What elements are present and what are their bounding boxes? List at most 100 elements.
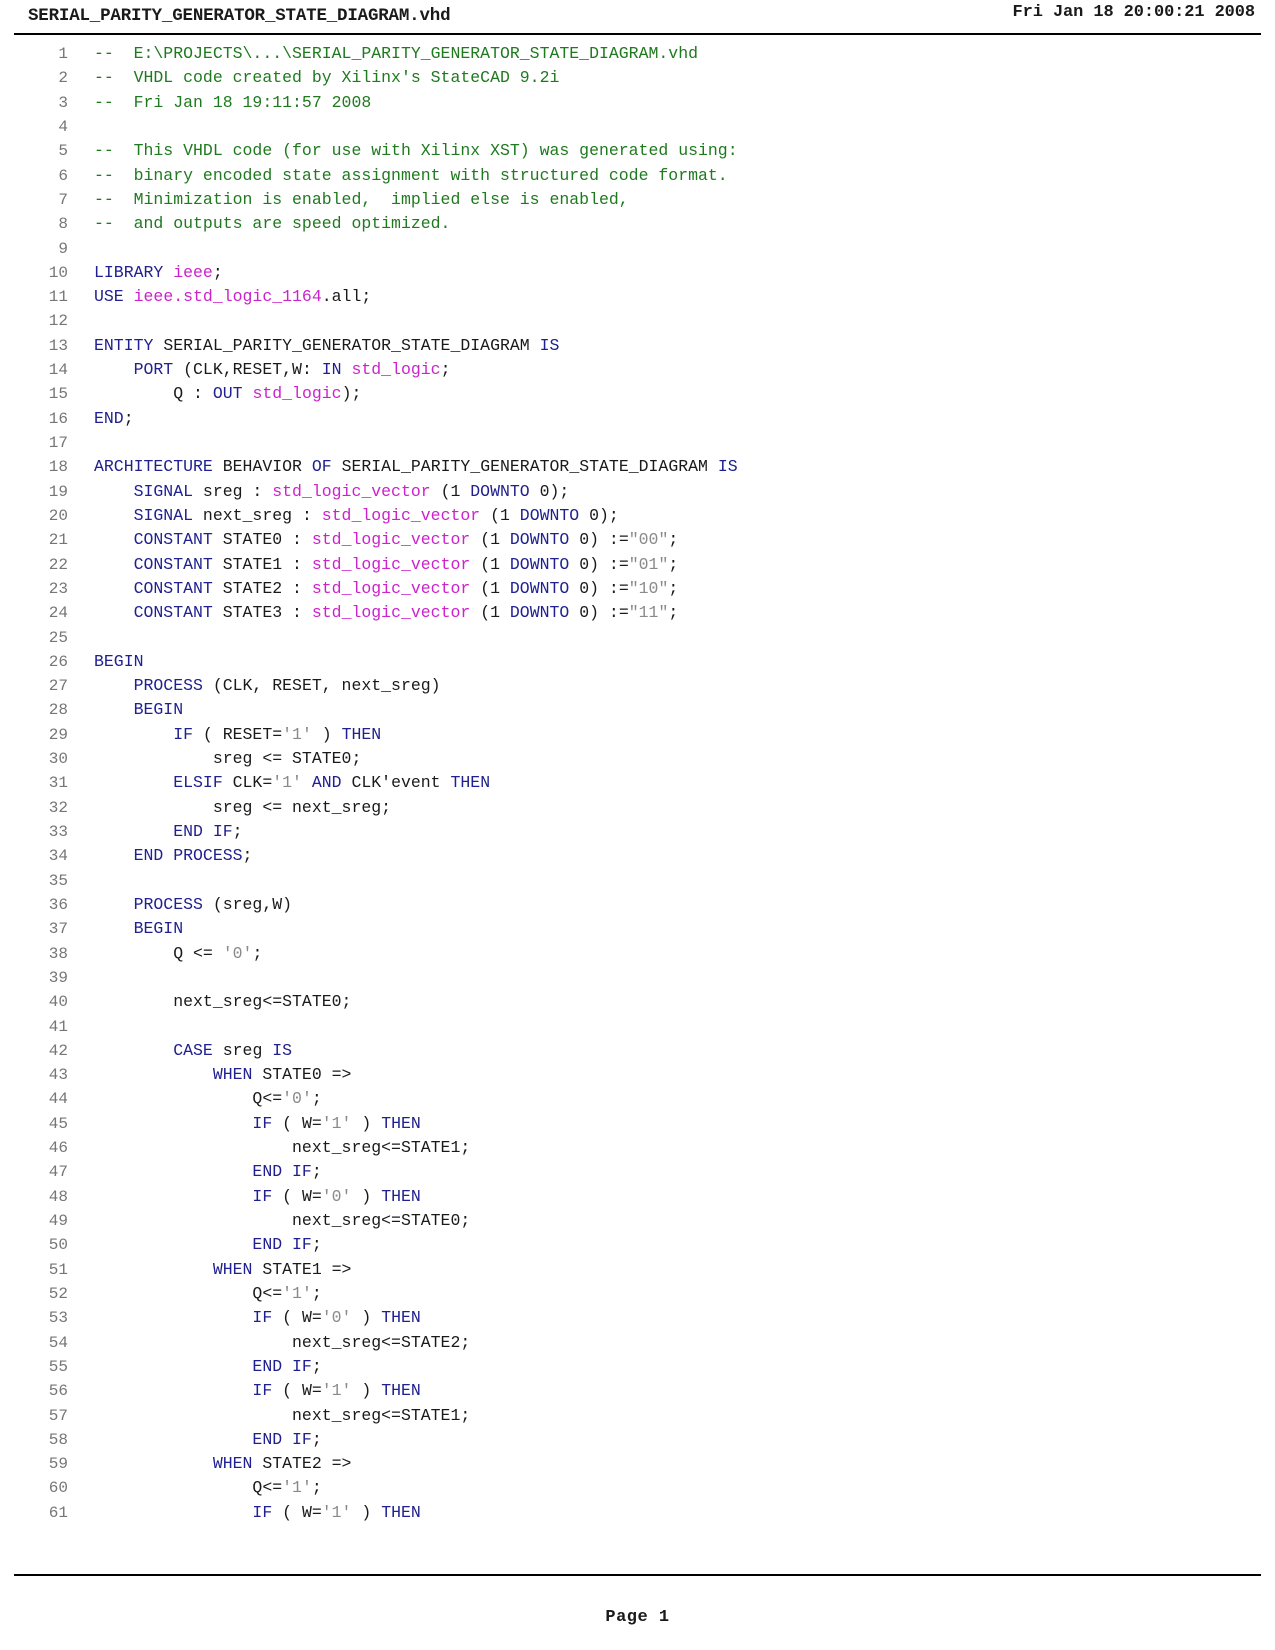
code-line: 36 PROCESS (sreg,W) [0,893,1275,917]
code-line: 21 CONSTANT STATE0 : std_logic_vector (1… [0,528,1275,552]
identifier-token: std_logic_vector [311,554,471,574]
line-number: 19 [48,482,68,501]
code-line: 8 -- and outputs are speed optimized. [0,212,1275,236]
plain-token: ) [351,1381,382,1401]
code-line: 58 END IF; [0,1428,1275,1452]
line-number: 58 [48,1430,68,1449]
code-line: 29 IF ( RESET='1' ) THEN [0,723,1275,747]
code-line: 19 SIGNAL sreg : std_logic_vector (1 DOW… [0,480,1275,504]
code-line: 16 END; [0,407,1275,431]
plain-token: ; [242,846,253,866]
line-number: 28 [48,701,68,720]
keyword-token: OF [311,457,342,477]
code-line: 53 IF ( W='0' ) THEN [0,1306,1275,1330]
code-text: SIGNAL next_sreg : std_logic_vector (1 D… [94,504,619,528]
keyword-token: BEGIN [94,700,184,720]
plain-token: ) [351,1308,382,1328]
code-text: CONSTANT STATE2 : std_logic_vector (1 DO… [94,577,679,601]
code-line: 10 LIBRARY ieee; [0,261,1275,285]
code-line: 27 PROCESS (CLK, RESET, next_sreg) [0,674,1275,698]
line-number: 11 [48,288,68,307]
code-text: WHEN STATE2 => [94,1452,352,1476]
plain-token: ; [311,1089,322,1109]
plain-token: sreg : [202,481,273,501]
plain-token: ( W= [282,1502,322,1522]
line-number: 61 [48,1503,68,1522]
code-line: 33 END IF; [0,820,1275,844]
code-text: IF ( W='1' ) THEN [94,1379,421,1403]
code-text: -- Fri Jan 18 19:11:57 2008 [94,91,371,115]
code-text: next_sreg<=STATE0; [94,1209,470,1233]
code-text: END IF; [94,820,242,844]
code-line: 22 CONSTANT STATE1 : std_logic_vector (1… [0,553,1275,577]
plain-token: Q<= [94,1089,283,1109]
code-text: IF ( W='0' ) THEN [94,1185,421,1209]
code-text: LIBRARY ieee; [94,261,223,285]
plain-token: STATE0 => [262,1065,352,1085]
plain-token: ) [351,1186,382,1206]
keyword-token: END IF [94,1162,312,1182]
plain-token: (1 [480,505,520,525]
literal-token: "10" [628,578,669,598]
plain-token: ) [351,1502,382,1522]
literal-token: '0' [222,943,253,963]
keyword-token: CONSTANT [94,554,223,574]
literal-token: '1' [282,724,312,744]
keyword-token: THEN [381,1186,421,1206]
identifier-token: std_logic_vector [311,578,471,598]
plain-token: (1 [470,603,510,623]
line-number: 40 [48,993,68,1012]
code-line: 31 ELSIF CLK='1' AND CLK'event THEN [0,771,1275,795]
line-number: 52 [48,1284,68,1303]
line-number: 5 [58,142,68,161]
code-line: 46 next_sreg<=STATE1; [0,1136,1275,1160]
line-number: 49 [48,1212,68,1230]
code-text: PORT (CLK,RESET,W: IN std_logic; [94,358,451,382]
line-number: 22 [48,555,68,574]
code-text: CASE sreg IS [94,1039,292,1063]
code-line: 12 [0,309,1275,333]
printed-code-page: SERIAL_PARITY_GENERATOR_STATE_DIAGRAM.vh… [0,0,1275,1650]
keyword-token: THEN [341,724,382,744]
code-line: 4 [0,115,1275,139]
comment-token: -- Fri Jan 18 19:11:57 2008 [94,92,372,112]
keyword-token: THEN [381,1308,421,1328]
plain-token: ; [668,554,679,574]
code-text: END IF; [94,1233,321,1257]
plain-token: ; [311,1429,322,1449]
comment-token: -- E:\PROJECTS\...\SERIAL_PARITY_GENERAT… [94,44,698,63]
comment-token: -- VHDL code created by Xilinx's StateCA… [94,68,560,88]
keyword-token: THEN [381,1502,421,1522]
keyword-token: THEN [381,1381,421,1401]
plain-token: CLK= [232,773,273,793]
keyword-token: DOWNTO [509,578,570,598]
plain-token: 0) := [569,578,629,598]
code-line: 32 sreg <= next_sreg; [0,796,1275,820]
line-number: 60 [48,1479,68,1498]
code-text: BEGIN [94,698,184,722]
keyword-token: ELSIF [94,773,233,793]
line-number: 25 [48,628,68,647]
plain-token: ( W= [282,1186,322,1206]
plain-token: next_sreg<=STATE1; [94,1138,471,1158]
code-line: 24 CONSTANT STATE3 : std_logic_vector (1… [0,601,1275,625]
line-number: 10 [48,263,68,282]
keyword-token: IN [321,360,352,380]
line-number: 8 [58,215,68,234]
code-text: ENTITY SERIAL_PARITY_GENERATOR_STATE_DIA… [94,334,559,358]
code-text: next_sreg<=STATE1; [94,1404,470,1428]
code-line: 52 Q<='1'; [0,1282,1275,1306]
line-number: 32 [48,798,68,817]
code-line: 20 SIGNAL next_sreg : std_logic_vector (… [0,504,1275,528]
keyword-token: END IF [94,1429,312,1449]
code-line: 54 next_sreg<=STATE2; [0,1331,1275,1355]
line-number: 30 [48,750,68,769]
code-line: 26 BEGIN [0,650,1275,674]
code-text: BEGIN [94,650,144,674]
plain-token: ); [341,384,362,404]
plain-token: ) [311,724,342,744]
plain-token: ; [668,578,679,598]
code-text: CONSTANT STATE3 : std_logic_vector (1 DO… [94,601,679,625]
code-line: 47 END IF; [0,1160,1275,1184]
line-number: 27 [48,677,68,696]
